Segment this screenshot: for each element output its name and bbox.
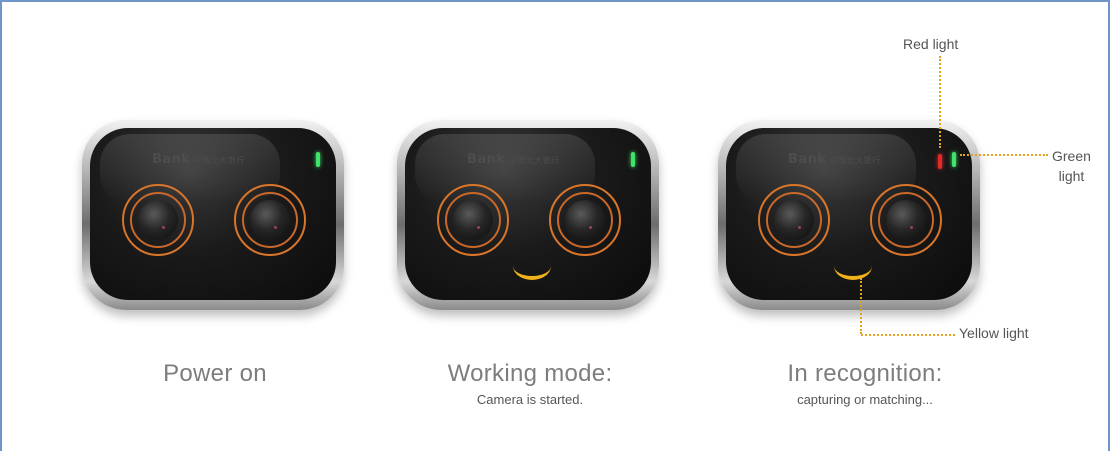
caption-working-mode: Working mode: Camera is started. [420,360,640,407]
green-led [316,152,320,167]
right-lens [870,184,942,256]
brand-logo: Bank 中国光大银行 [152,152,245,167]
red-light-callout-line [939,56,941,148]
right-lens [234,184,306,256]
camera-device-recognition: Bank 中国光大银行 [718,120,980,310]
right-lens [549,184,621,256]
device-face: Bank 中国光大银行 [405,128,651,300]
left-lens [437,184,509,256]
green-light-label-line1: Green [1052,148,1091,164]
green-led [631,152,635,167]
brand-logo: Bank 中国光大银行 [467,152,560,167]
camera-device-power-on: Bank 中国光大银行 [82,120,344,310]
caption-title: Power on [163,360,267,387]
yellow-smile-light [834,266,872,280]
yellow-light-label: Yellow light [959,325,1029,341]
green-light-label: Green light [1052,146,1091,186]
device-face: Bank 中国光大银行 [726,128,972,300]
red-light-label: Red light [903,36,959,52]
device-face: Bank 中国光大银行 [90,128,336,300]
camera-device-working: Bank 中国光大银行 [397,120,659,310]
yellow-smile-light [513,266,551,280]
brand-logo: Bank 中国光大银行 [788,152,881,167]
caption-title: In recognition: [787,360,943,387]
caption-power-on: Power on [120,360,310,388]
left-lens [122,184,194,256]
yellow-light-callout-line-horizontal [861,334,955,336]
red-led [938,154,942,169]
green-light-callout-line [960,154,1048,156]
caption-subtitle: capturing or matching... [797,392,933,407]
green-led [952,152,956,167]
caption-recognition: In recognition: capturing or matching... [750,360,980,407]
green-light-label-line2: light [1058,168,1085,184]
yellow-light-callout-line-vertical [860,278,862,334]
caption-title: Working mode: [447,360,613,387]
left-lens [758,184,830,256]
caption-subtitle: Camera is started. [476,392,584,407]
